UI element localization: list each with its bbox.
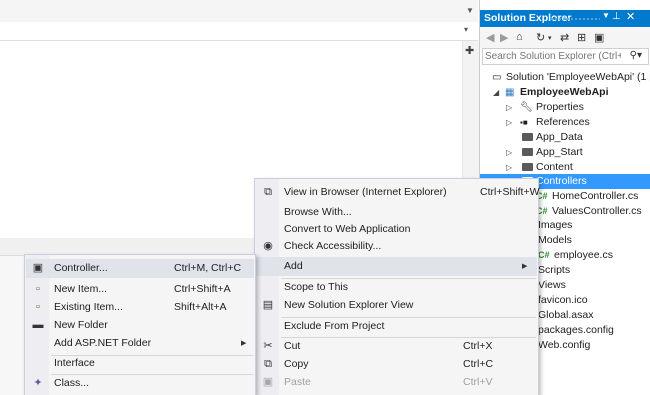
menu-item-paste[interactable]: ▣ Paste Ctrl+V [256,373,537,392]
drag-grip[interactable] [550,17,600,21]
accessibility-icon: ◉ [263,240,273,252]
menu-item-check-accessibility[interactable]: ◉ Check Accessibility... [256,237,537,256]
tab-dropdown-icon[interactable]: ▼ [466,6,474,15]
navigation-bar: ▾ [0,22,478,41]
collapsed-arrow-icon[interactable]: ▷ [506,115,512,130]
solution-icon: ▭ [492,72,502,83]
copy-icon: ⧉ [264,358,272,370]
project-icon: ▦ [505,87,515,98]
document-tab-bar [0,0,478,23]
new-view-icon: ▤ [262,299,274,311]
menu-item-controller[interactable]: ▣ Controller... Ctrl+M, Ctrl+C [26,259,254,278]
forward-icon[interactable]: ▶ [500,31,508,44]
menu-item-interface[interactable]: Interface [26,354,254,373]
menu-item-exclude-from-project[interactable]: Exclude From Project [256,317,537,336]
submenu-arrow-icon: ▶ [241,340,247,347]
split-editor-icon[interactable]: ✚ [465,44,474,57]
existing-item-icon: ▫ [36,301,40,313]
menu-item-existing-item[interactable]: ▫ Existing Item... Shift+Alt+A [26,298,254,317]
controller-icon: ▣ [32,262,44,274]
context-menu: ⧉ View in Browser (Internet Explorer) Ct… [254,178,540,395]
search-icon[interactable]: ⚲▾ [630,50,642,61]
new-item-icon: ▫ [36,283,40,295]
tree-item-app-data[interactable]: App_Data [480,130,650,145]
collapse-icon[interactable]: ⊞ [577,31,586,44]
folder-icon [522,160,533,175]
refresh-icon[interactable]: ↻ [536,31,545,44]
collapsed-arrow-icon[interactable]: ▷ [506,160,512,175]
search-box[interactable]: ⚲▾ [482,48,649,65]
home-icon[interactable]: ⌂ [516,31,523,43]
paste-icon: ▣ [262,376,274,388]
properties-icon[interactable]: ▣ [594,31,604,44]
cut-icon: ✂ [263,340,273,352]
add-submenu: ▣ Controller... Ctrl+M, Ctrl+C ▫ New Ite… [24,254,256,395]
menu-item-add[interactable]: Add ▶ [256,257,537,276]
collapsed-arrow-icon[interactable]: ▷ [506,145,512,160]
wrench-icon: 🔧︎ [520,102,533,113]
menu-item-add-aspnet-folder[interactable]: Add ASP.NET Folder ▶ [26,334,254,353]
expand-arrow-icon[interactable]: ◢ [493,85,499,100]
collapsed-arrow-icon[interactable]: ▷ [506,100,512,115]
tree-item-app-start[interactable]: ▷ App_Start [480,145,650,160]
submenu-arrow-icon: ▶ [522,263,528,270]
solution-explorer-titlebar: Solution Explorer ▼ ⊥ ✕ [480,10,650,27]
chevron-down-icon[interactable]: ▾ [464,25,472,34]
tree-item-solution[interactable]: ▭ Solution 'EmployeeWebApi' (1 pr [492,70,650,85]
chevron-down-icon[interactable]: ▾ [548,34,552,42]
sync-icon[interactable]: ⇄ [560,31,569,44]
search-input[interactable] [485,50,621,63]
menu-item-class[interactable]: ✦ Class... [26,374,254,393]
close-icon[interactable]: ✕ [626,10,635,23]
class-icon: ✦ [33,377,43,389]
references-icon: ▪■ [520,118,528,127]
menu-item-view-in-browser[interactable]: ⧉ View in Browser (Internet Explorer) Ct… [256,183,539,202]
back-icon[interactable]: ◀ [486,31,494,44]
menu-item-new-folder[interactable]: ▬ New Folder [26,316,254,335]
new-folder-icon: ▬ [32,319,44,331]
menu-item-cut[interactable]: ✂ Cut Ctrl+X [256,337,537,356]
folder-icon [522,130,533,145]
menu-item-new-item[interactable]: ▫ New Item... Ctrl+Shift+A [26,280,254,299]
menu-item-new-solution-explorer-view[interactable]: ▤ New Solution Explorer View [256,296,537,315]
tree-item-properties[interactable]: ▷ 🔧︎ Properties [480,100,650,115]
solution-explorer-toolbar: ◀ ▶ ⌂ ↻ ▾ ⇄ ⊞ ▣ [480,28,650,48]
menu-item-scope-to-this[interactable]: Scope to This [256,278,537,297]
menu-item-copy[interactable]: ⧉ Copy Ctrl+C [256,355,537,374]
pin-icon[interactable]: ⊥ [612,11,621,22]
browser-icon: ⧉ [264,186,272,198]
folder-icon [522,145,533,160]
tree-item-project[interactable]: ◢ ▦ EmployeeWebApi [480,85,650,100]
window-menu-icon[interactable]: ▼ [602,11,610,20]
tree-item-references[interactable]: ▷ ▪■ References [480,115,650,130]
tree-item-content[interactable]: ▷ Content [480,160,650,175]
csharp-file-icon: C# [538,250,550,260]
